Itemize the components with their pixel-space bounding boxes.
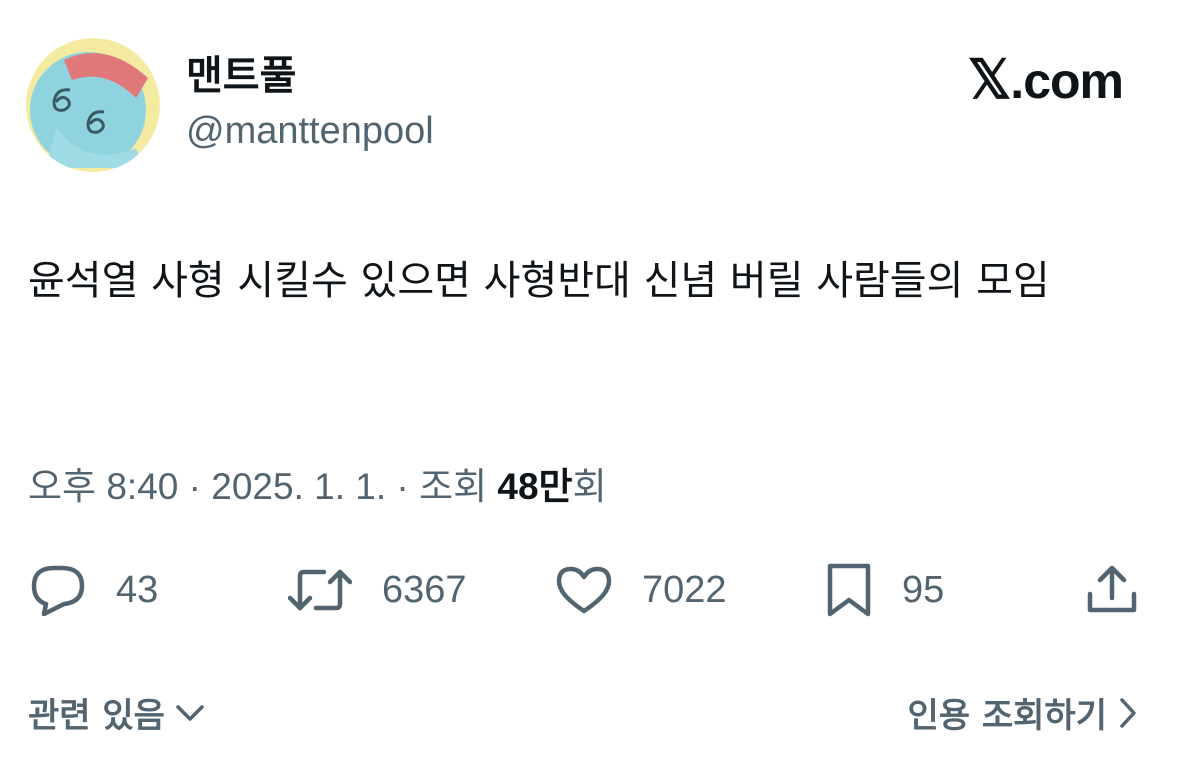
meta-separator: · bbox=[386, 466, 420, 507]
avatar[interactable] bbox=[26, 38, 160, 172]
action-bar: 43 6367 7022 95 bbox=[0, 560, 1179, 620]
bookmark-button[interactable]: 95 bbox=[826, 560, 944, 620]
retweet-button[interactable]: 6367 bbox=[288, 560, 467, 620]
reply-button[interactable]: 43 bbox=[30, 560, 158, 620]
related-toggle[interactable]: 관련 있음 bbox=[28, 688, 205, 737]
bookmark-count: 95 bbox=[902, 568, 945, 611]
x-logo: 𝕏.com bbox=[967, 50, 1124, 110]
like-button[interactable]: 7022 bbox=[556, 560, 727, 620]
reply-icon bbox=[31, 565, 85, 616]
views-suffix: 회 bbox=[572, 466, 607, 507]
display-name[interactable]: 맨트풀 bbox=[186, 50, 296, 102]
bookmark-icon bbox=[827, 563, 871, 617]
tweet-date[interactable]: 2025. 1. 1. bbox=[211, 466, 386, 507]
user-handle[interactable]: @manttenpool bbox=[186, 106, 434, 156]
meta-separator: · bbox=[178, 466, 212, 507]
share-icon bbox=[1087, 565, 1137, 613]
chevron-down-icon bbox=[176, 704, 204, 721]
like-count: 7022 bbox=[642, 568, 727, 611]
tweet-meta: 오후 8:40 · 2025. 1. 1. · 조회 48만회 bbox=[28, 462, 607, 512]
avatar-image bbox=[26, 38, 160, 172]
related-label: 관련 있음 bbox=[28, 696, 165, 736]
tweet-text: 윤석열 사형 시킬수 있으면 사형반대 신념 버릴 사람들의 모임 bbox=[28, 258, 1050, 304]
view-quotes-link[interactable]: 인용 조회하기 bbox=[907, 688, 1139, 737]
heart-icon bbox=[556, 566, 612, 614]
tweet-time[interactable]: 오후 8:40 bbox=[28, 466, 178, 507]
brand-suffix: .com bbox=[1010, 53, 1124, 109]
view-quotes-label: 인용 조회하기 bbox=[907, 696, 1107, 736]
reply-count: 43 bbox=[116, 568, 159, 611]
chevron-right-icon bbox=[1120, 697, 1136, 728]
views-prefix: 조회 bbox=[419, 466, 498, 507]
retweet-count: 6367 bbox=[382, 568, 467, 611]
views-count: 48만 bbox=[497, 466, 573, 507]
share-button[interactable] bbox=[1086, 560, 1138, 620]
x-icon: 𝕏 bbox=[967, 50, 1012, 110]
retweet-icon bbox=[288, 569, 352, 611]
